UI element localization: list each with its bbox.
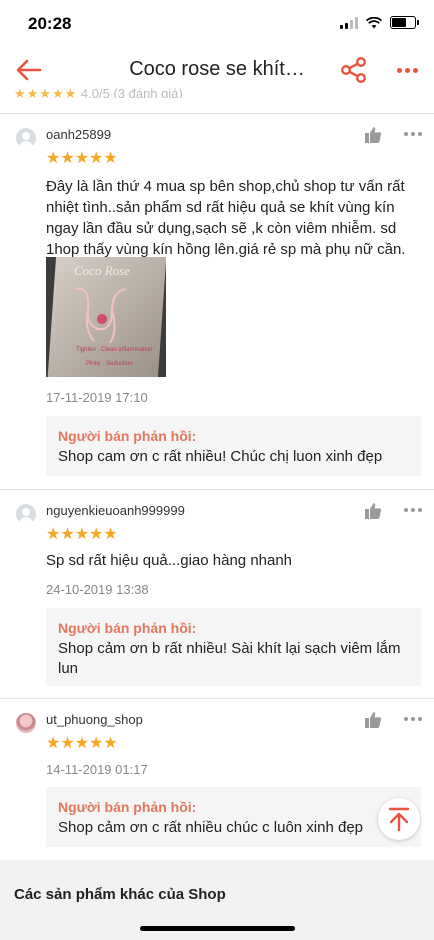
review-date: 24-10-2019 13:38	[46, 582, 149, 597]
wifi-icon	[366, 16, 382, 28]
review-username: oanh25899	[46, 127, 112, 142]
svg-text:Pinky · Seduction: Pinky · Seduction	[86, 361, 133, 367]
share-icon[interactable]	[340, 56, 368, 84]
divider	[0, 113, 434, 114]
seller-reply: Người bán phản hồi: Shop cam ơn c rất nh…	[46, 416, 421, 476]
review-date: 14-11-2019 01:17	[46, 762, 148, 777]
reply-label: Người bán phản hồi:	[58, 799, 197, 815]
more-icon[interactable]	[393, 56, 421, 84]
divider	[0, 698, 434, 699]
reply-label: Người bán phản hồi:	[58, 620, 197, 636]
rating-summary: ★★★★★ 4.0/5 (3 đánh giá)	[14, 86, 183, 98]
thumbs-up-icon[interactable]	[364, 502, 382, 520]
scroll-top-button[interactable]	[378, 798, 420, 840]
review-item: ut_phuong_shop ★★★★★ 14-11-2019 01:17 Ng…	[0, 711, 434, 851]
reply-text: Shop cam ơn c rất nhiều! Chúc chị luon x…	[58, 448, 383, 465]
avatar-icon	[16, 713, 36, 733]
review-stars: ★★★★★	[46, 735, 118, 752]
reply-text: Shop cảm ơn b rất nhiều! Sài khít lại sạ…	[58, 640, 401, 677]
avatar-icon	[16, 504, 36, 524]
review-item: oanh25899 ★★★★★ Đây là lần thứ 4 mua sp …	[0, 126, 434, 481]
battery-icon	[390, 16, 419, 29]
seller-reply: Người bán phản hồi: Shop cảm ơn b rất nh…	[46, 608, 421, 686]
review-more-icon[interactable]	[404, 132, 422, 136]
status-icons	[340, 16, 419, 29]
divider	[0, 489, 434, 490]
thumbs-up-icon[interactable]	[364, 711, 382, 729]
reply-label: Người bán phản hồi:	[58, 428, 197, 444]
svg-text:Tighten · Clean inflammation: Tighten · Clean inflammation	[76, 347, 152, 353]
review-text: Sp sd rất hiệu quả...giao hàng nhanh	[46, 552, 293, 569]
thumbs-up-icon[interactable]	[364, 126, 382, 144]
svg-text:Coco Rose: Coco Rose	[74, 263, 130, 278]
review-item: nguyenkieuoanh999999 ★★★★★ Sp sd rất hiệ…	[0, 502, 434, 690]
summary-text: 4.0/5 (3 đánh giá)	[80, 86, 183, 98]
status-bar: 20:28	[0, 0, 434, 44]
scroll-top-icon	[388, 807, 410, 832]
review-username: nguyenkieuoanh999999	[46, 503, 185, 518]
review-photo[interactable]: Coco Rose Tighten · Clean inflammation P…	[46, 257, 166, 377]
seller-reply: Người bán phản hồi: Shop cảm ơn c rất nh…	[46, 787, 421, 847]
review-text: Đây là lần thứ 4 mua sp bên shop,chủ sho…	[46, 178, 406, 258]
page-title: Coco rose se khít…	[129, 58, 305, 80]
review-date: 17-11-2019 17:10	[46, 390, 148, 405]
back-arrow-icon[interactable]	[14, 55, 44, 85]
review-stars: ★★★★★	[46, 150, 118, 167]
section-title: Các sản phẩm khác của Shop	[14, 886, 226, 903]
review-more-icon[interactable]	[404, 717, 422, 721]
home-indicator[interactable]	[140, 926, 295, 931]
status-time: 20:28	[28, 14, 72, 33]
signal-icon	[340, 16, 358, 29]
review-username: ut_phuong_shop	[46, 712, 143, 727]
review-more-icon[interactable]	[404, 508, 422, 512]
avatar-icon	[16, 128, 36, 148]
summary-stars: ★★★★★	[14, 86, 78, 98]
review-stars: ★★★★★	[46, 526, 118, 543]
reply-text: Shop cảm ơn c rất nhiều chúc c luôn xinh…	[58, 819, 364, 836]
